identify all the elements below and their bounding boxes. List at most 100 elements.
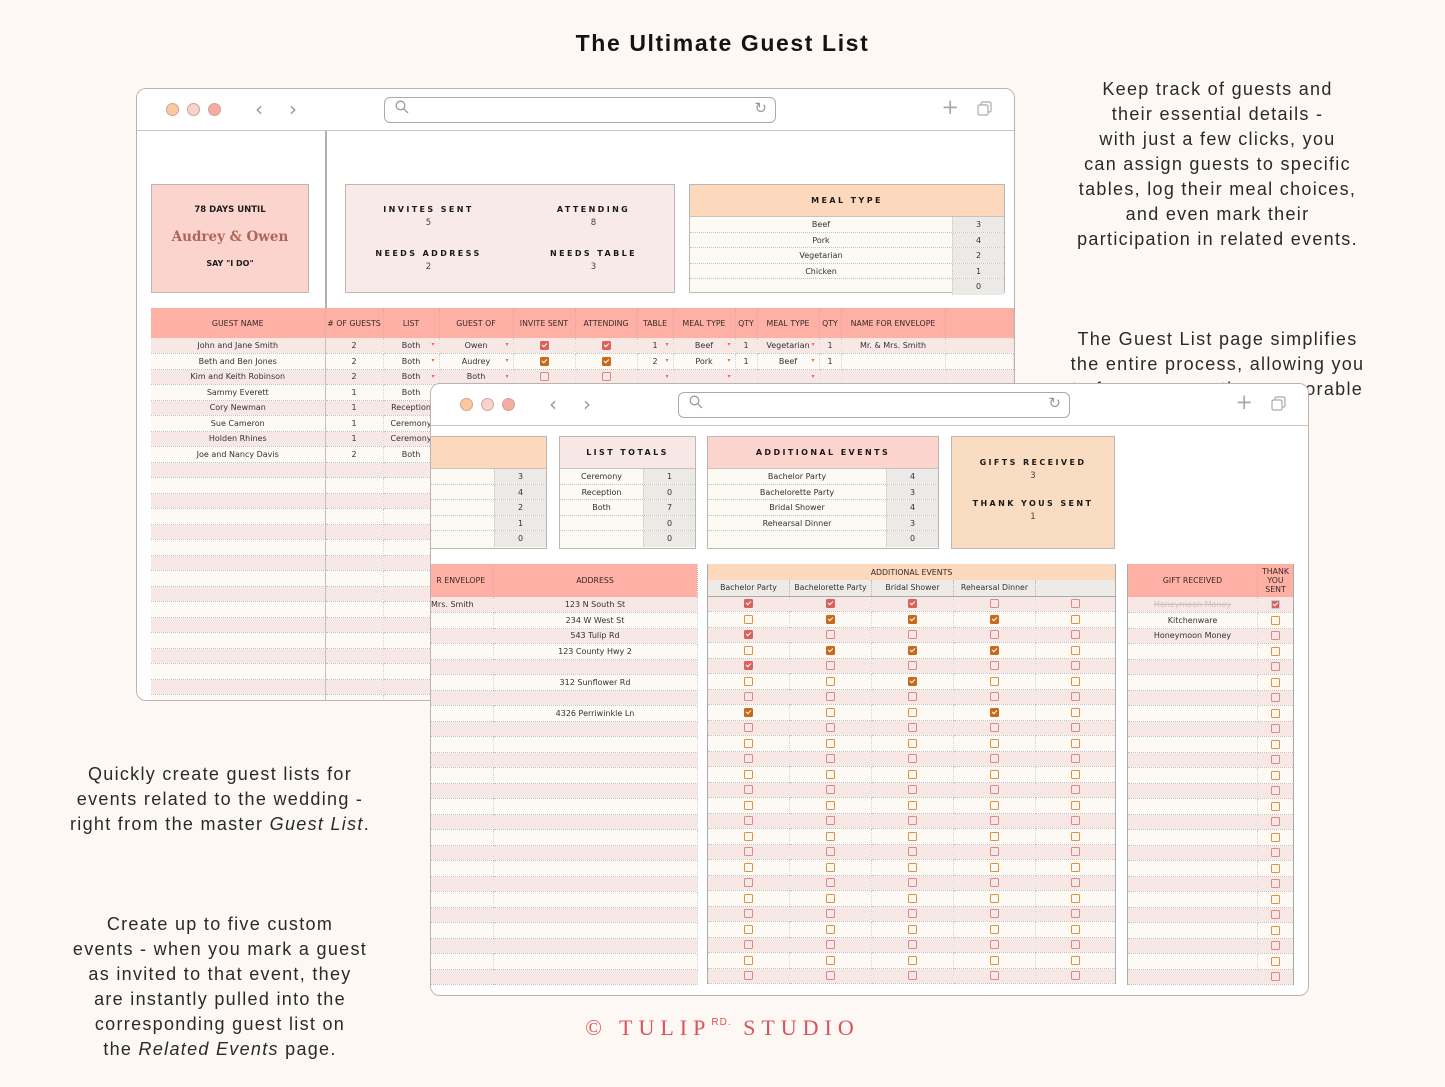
- empty-cell[interactable]: [325, 570, 384, 587]
- event-2-checkbox[interactable]: [826, 971, 835, 981]
- event-1-checkbox[interactable]: [744, 614, 753, 624]
- event-4-checkbox[interactable]: [990, 924, 999, 934]
- thank-you-checkbox[interactable]: [1271, 693, 1280, 703]
- event-1-checkbox[interactable]: [744, 769, 753, 779]
- thank-you-checkbox[interactable]: [1271, 848, 1280, 858]
- thank-you-checkbox[interactable]: [1271, 662, 1280, 672]
- envelope-name-cell[interactable]: [431, 643, 494, 660]
- gift-received-cell[interactable]: [1127, 767, 1258, 784]
- event-4-checkbox[interactable]: [990, 800, 999, 810]
- empty-cell[interactable]: [151, 555, 326, 571]
- gift-received-cell[interactable]: Honeymoon Money: [1127, 628, 1258, 644]
- empty-cell[interactable]: [325, 508, 384, 525]
- empty-cell[interactable]: [325, 477, 384, 494]
- guest-name-cell[interactable]: Beth and Ben Jones: [151, 353, 326, 370]
- qty-2-cell[interactable]: 1: [819, 338, 842, 354]
- address-cell[interactable]: [493, 721, 698, 737]
- gift-received-cell[interactable]: [1127, 798, 1258, 815]
- event-3-checkbox[interactable]: [908, 924, 917, 934]
- address-cell[interactable]: [493, 829, 698, 846]
- address-cell[interactable]: [493, 876, 698, 892]
- address-cell[interactable]: [493, 736, 698, 753]
- event-4-checkbox[interactable]: [990, 707, 999, 717]
- empty-cell[interactable]: [325, 632, 384, 649]
- event-4-checkbox[interactable]: [990, 878, 999, 888]
- envelope-name-cell[interactable]: [431, 767, 494, 784]
- gift-received-cell[interactable]: [1127, 860, 1258, 877]
- num-guests-cell[interactable]: 2: [325, 369, 384, 385]
- empty-cell[interactable]: [325, 663, 384, 680]
- thank-you-checkbox[interactable]: [1271, 925, 1280, 935]
- attending-checkbox[interactable]: [601, 372, 611, 382]
- extra-cell[interactable]: [945, 338, 1014, 354]
- num-guests-cell[interactable]: 1: [325, 431, 384, 447]
- event-4-checkbox[interactable]: [990, 785, 999, 795]
- tabs-overview-icon[interactable]: [1271, 396, 1286, 411]
- list-dropdown[interactable]: Both: [383, 338, 440, 354]
- envelope-name-cell[interactable]: [431, 752, 494, 768]
- event-2-checkbox[interactable]: [826, 645, 835, 655]
- qty-1-cell[interactable]: 1: [735, 338, 758, 354]
- thank-you-checkbox[interactable]: [1271, 708, 1280, 718]
- empty-cell[interactable]: [325, 694, 384, 700]
- event-5-checkbox[interactable]: [1071, 862, 1080, 872]
- event-4-checkbox[interactable]: [990, 614, 999, 624]
- event-5-checkbox[interactable]: [1071, 754, 1080, 764]
- address-cell[interactable]: [493, 860, 698, 877]
- envelope-name-cell[interactable]: Mr. & Mrs. Smith: [841, 338, 946, 354]
- event-5-checkbox[interactable]: [1071, 614, 1080, 624]
- event-1-checkbox[interactable]: [744, 893, 753, 903]
- list-dropdown[interactable]: Both: [383, 369, 440, 385]
- event-1-checkbox[interactable]: [744, 707, 753, 717]
- thank-you-checkbox[interactable]: [1271, 894, 1280, 904]
- gift-received-cell[interactable]: [1127, 705, 1258, 722]
- thank-you-checkbox[interactable]: [1271, 817, 1280, 827]
- event-5-checkbox[interactable]: [1071, 800, 1080, 810]
- event-1-checkbox[interactable]: [744, 723, 753, 733]
- event-1-checkbox[interactable]: [744, 661, 753, 671]
- guest-name-cell[interactable]: Sue Cameron: [151, 415, 326, 432]
- event-2-checkbox[interactable]: [826, 707, 835, 717]
- envelope-name-cell[interactable]: [431, 814, 494, 830]
- gift-received-cell[interactable]: [1127, 922, 1258, 939]
- empty-cell[interactable]: [151, 586, 326, 602]
- envelope-name-cell[interactable]: [431, 829, 494, 846]
- empty-cell[interactable]: [151, 462, 326, 478]
- empty-cell[interactable]: [325, 648, 384, 664]
- event-3-checkbox[interactable]: [908, 692, 917, 702]
- guest-name-cell[interactable]: Holden Rhines: [151, 431, 326, 447]
- gift-received-cell[interactable]: [1127, 907, 1258, 923]
- address-cell[interactable]: [493, 814, 698, 830]
- thank-you-checkbox[interactable]: [1271, 801, 1280, 811]
- address-cell[interactable]: [493, 798, 698, 815]
- address-cell[interactable]: [493, 783, 698, 799]
- attending-checkbox[interactable]: [601, 341, 611, 350]
- gift-received-cell[interactable]: [1127, 845, 1258, 861]
- address-cell[interactable]: [493, 767, 698, 784]
- event-2-checkbox[interactable]: [826, 800, 835, 810]
- event-3-checkbox[interactable]: [908, 909, 917, 919]
- event-3-checkbox[interactable]: [908, 971, 917, 981]
- thank-you-checkbox[interactable]: [1271, 755, 1280, 765]
- event-2-checkbox[interactable]: [826, 816, 835, 826]
- event-2-checkbox[interactable]: [826, 692, 835, 702]
- event-5-checkbox[interactable]: [1071, 893, 1080, 903]
- address-cell[interactable]: [493, 938, 698, 954]
- event-3-checkbox[interactable]: [908, 862, 917, 872]
- guest-name-cell[interactable]: Cory Newman: [151, 400, 326, 416]
- empty-cell[interactable]: [151, 570, 326, 587]
- empty-cell[interactable]: [325, 539, 384, 556]
- event-5-checkbox[interactable]: [1071, 971, 1080, 981]
- event-3-checkbox[interactable]: [908, 785, 917, 795]
- address-cell[interactable]: [493, 922, 698, 939]
- address-cell[interactable]: 234 W West St: [493, 612, 698, 629]
- event-3-checkbox[interactable]: [908, 955, 917, 965]
- event-4-checkbox[interactable]: [990, 599, 999, 609]
- empty-cell[interactable]: [325, 617, 384, 633]
- address-cell[interactable]: [493, 752, 698, 768]
- num-guests-cell[interactable]: 2: [325, 446, 384, 463]
- address-cell[interactable]: 4326 Perriwinkle Ln: [493, 705, 698, 722]
- event-5-checkbox[interactable]: [1071, 630, 1080, 640]
- empty-cell[interactable]: [325, 601, 384, 618]
- thank-you-checkbox[interactable]: [1271, 770, 1280, 780]
